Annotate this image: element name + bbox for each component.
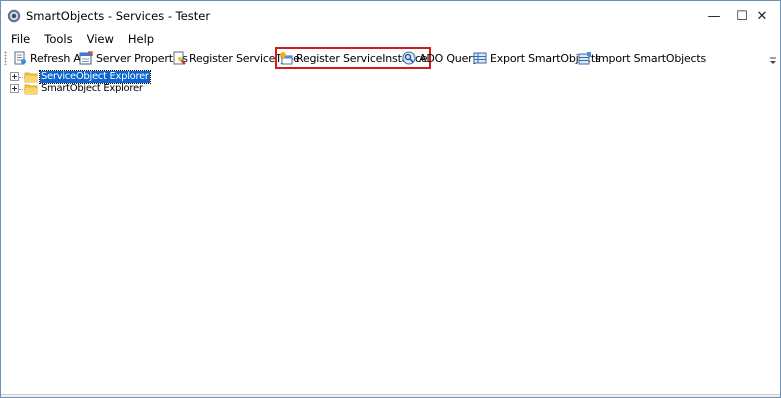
toolbar-grip-handle[interactable] [4, 51, 7, 65]
ado-query-button[interactable]: ADO Query [402, 49, 479, 67]
ado-query-icon [402, 51, 416, 65]
tree-item-label: ServiceObject Explorer [39, 70, 151, 84]
title-bar[interactable]: SmartObjects - Services - Tester — ☐ ✕ [1, 1, 780, 31]
toolbar: Refresh All Server Properties Register S… [1, 47, 780, 69]
refresh-document-icon [14, 51, 26, 65]
menu-file[interactable]: File [1, 31, 37, 48]
bottom-edge [1, 394, 780, 397]
folder-icon [24, 84, 38, 95]
register-service-type-icon [173, 51, 186, 65]
smartobjects-app-icon [7, 9, 21, 23]
explorer-tree[interactable]: ServiceObject Explorer SmartObject Explo… [2, 69, 779, 395]
import-grid-icon [578, 52, 591, 65]
import-smartobjects-label: Import SmartObjects [595, 51, 707, 65]
menu-view[interactable]: View [80, 31, 121, 48]
export-grid-icon [473, 52, 487, 64]
app-window: SmartObjects - Services - Tester — ☐ ✕ F… [0, 0, 781, 398]
close-icon: ✕ [756, 8, 768, 24]
refresh-all-button[interactable]: Refresh All [13, 49, 87, 67]
refresh-all-label: Refresh All [30, 51, 87, 65]
tree-item-label: SmartObject Explorer [41, 83, 143, 94]
window-title: SmartObjects - Services - Tester [26, 9, 211, 23]
toolbar-overflow-icon[interactable] [769, 54, 777, 66]
import-smartobjects-button[interactable]: Import SmartObjects [578, 49, 706, 67]
expand-plus-icon[interactable] [10, 72, 19, 81]
server-properties-icon [79, 51, 93, 65]
close-button[interactable]: ✕ [739, 1, 781, 31]
ado-query-label: ADO Query [419, 51, 479, 65]
menu-bar: File Tools View Help [1, 31, 780, 48]
register-service-instance-icon [280, 52, 293, 65]
menu-tools[interactable]: Tools [37, 31, 79, 48]
expand-plus-icon[interactable] [10, 84, 19, 93]
folder-icon [24, 72, 38, 83]
menu-help[interactable]: Help [121, 31, 161, 48]
